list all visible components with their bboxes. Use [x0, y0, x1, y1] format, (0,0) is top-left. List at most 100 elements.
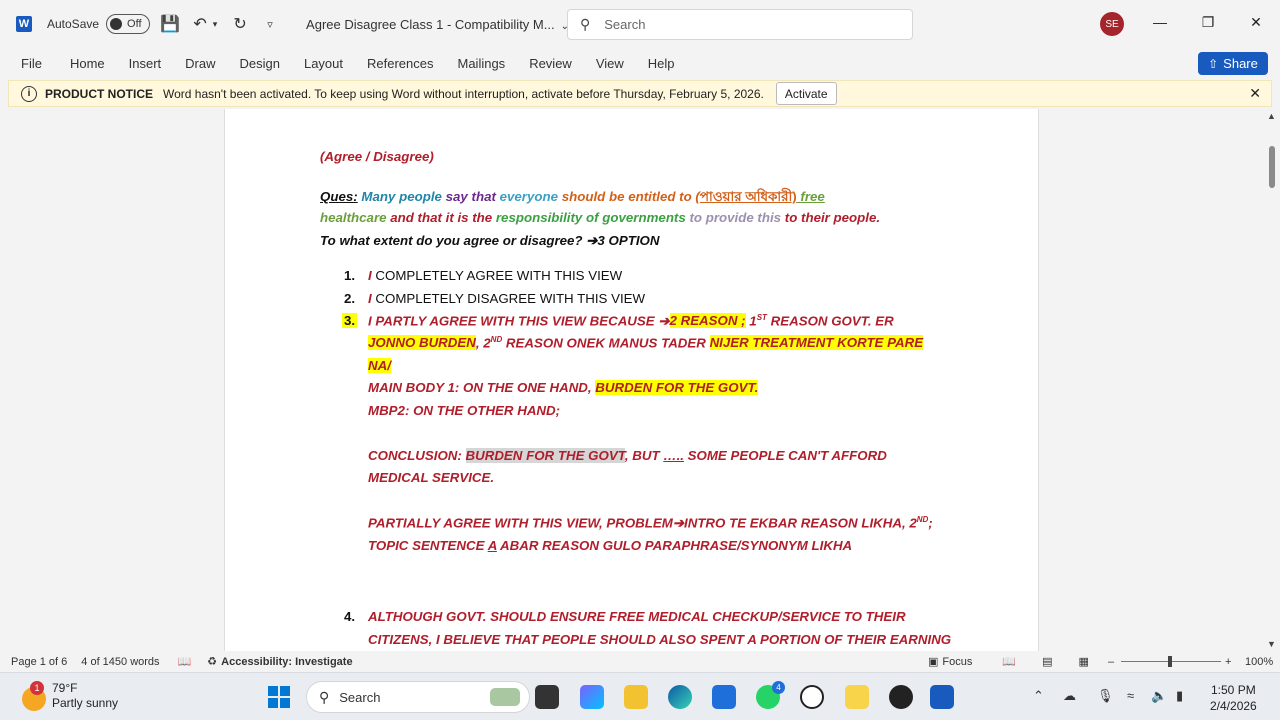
clock[interactable]: 1:50 PM 2/4/2026 — [1210, 682, 1257, 714]
zoom-in-icon[interactable]: + — [1225, 656, 1231, 668]
volume-icon[interactable]: 🔈 — [1151, 688, 1167, 704]
restore-icon[interactable]: ❐ — [1198, 14, 1218, 31]
weather-temp: 79°F — [52, 681, 78, 695]
opt2-i: I — [368, 291, 372, 306]
redo-icon[interactable]: ↻ — [230, 14, 250, 34]
tab-layout[interactable]: Layout — [304, 56, 343, 71]
focus-button[interactable]: Focus — [942, 656, 972, 668]
option-3-line-3: NA/ — [368, 358, 391, 373]
arrow-right-icon: ➔ — [586, 233, 598, 248]
topic-line: TOPIC SENTENCE A ABAR REASON GULO PARAPH… — [368, 538, 852, 553]
weather-desc: Partly sunny — [52, 696, 119, 710]
read-mode-icon[interactable]: 📖 — [1002, 655, 1016, 668]
sticky-notes-icon[interactable] — [845, 685, 869, 709]
microphone-icon[interactable]: 🎙 — [1097, 688, 1114, 704]
opt3-reason: 2 REASON ; — [669, 313, 746, 329]
opt3-text: REASON GOVT. ER — [766, 313, 894, 329]
scrollbar-thumb[interactable] — [1269, 146, 1275, 188]
taskbar: 1 79°F Partly sunny ⚲ Search 4 ⌃ ☁ 🎙 ≈ 🔈 ▮… — [0, 672, 1280, 720]
opt3-text: NIJER TREATMENT KORTE PARE — [709, 335, 924, 351]
tab-insert[interactable]: Insert — [129, 56, 162, 71]
autosave-state: Off — [127, 18, 142, 30]
toggle-knob-icon — [110, 18, 123, 30]
tab-references[interactable]: References — [367, 56, 433, 71]
web-layout-icon[interactable]: ▦ — [1078, 655, 1088, 668]
search-box[interactable]: ⚲ — [567, 9, 913, 40]
question-line-3: To what extent do you agree or disagree?… — [320, 233, 659, 249]
main-body-1: MAIN BODY 1: ON THE ONE HAND, BURDEN FOR… — [368, 380, 759, 395]
minimize-icon[interactable]: — — [1150, 14, 1170, 30]
m365-icon[interactable] — [580, 685, 604, 709]
accessibility-icon: ♻ — [207, 656, 218, 668]
zoom-level[interactable]: 100% — [1245, 656, 1273, 668]
undo-icon[interactable]: ↶ — [190, 14, 210, 34]
search-input[interactable] — [604, 17, 865, 32]
store-icon[interactable] — [712, 685, 736, 709]
scroll-down-icon[interactable]: ▼ — [1267, 639, 1276, 649]
save-icon[interactable]: 💾 — [160, 14, 180, 34]
tab-review[interactable]: Review — [529, 56, 572, 71]
topic-text: TOPIC SENTENCE — [368, 538, 488, 553]
document-page[interactable]: (Agree / Disagree) Ques: Many people say… — [224, 109, 1039, 651]
vertical-scrollbar[interactable]: ▲ ▼ — [1264, 109, 1280, 651]
chatgpt-icon[interactable] — [800, 685, 824, 709]
tab-mailings[interactable]: Mailings — [458, 56, 506, 71]
avatar[interactable]: SE — [1100, 12, 1124, 36]
share-button[interactable]: ⇧ Share — [1198, 52, 1268, 75]
autosave-toggle[interactable]: Off — [106, 14, 151, 34]
tab-file[interactable]: File — [21, 56, 42, 71]
partial-sup: ND — [916, 515, 929, 524]
focus-icon: ▣ — [928, 656, 939, 668]
topic-text: A — [487, 538, 497, 553]
share-icon: ⇧ — [1208, 56, 1219, 71]
taskbar-search-label: Search — [339, 689, 381, 705]
tab-help[interactable]: Help — [648, 56, 675, 71]
chevron-up-icon[interactable]: ⌃ — [1033, 688, 1044, 704]
item-4-line-1: ALTHOUGH GOVT. SHOULD ENSURE FREE MEDICA… — [368, 609, 906, 624]
activate-button[interactable]: Activate — [775, 82, 837, 105]
accessibility-status[interactable]: Accessibility: Investigate — [221, 656, 352, 668]
print-layout-icon[interactable]: ▤ — [1042, 655, 1052, 668]
tab-design[interactable]: Design — [240, 56, 280, 71]
concl-text: CONCLUSION: — [368, 448, 466, 463]
document-title[interactable]: Agree Disagree Class 1 - Compatibility M… — [306, 17, 569, 32]
customize-toolbar-icon[interactable]: ▿ — [260, 18, 280, 31]
proofing-icon[interactable]: 📖 — [178, 655, 192, 668]
sun-icon: 1 — [22, 681, 46, 711]
mbp2: MBP2: ON THE OTHER HAND; — [368, 403, 561, 418]
obs-icon[interactable] — [889, 685, 913, 709]
edge-icon[interactable] — [668, 685, 692, 709]
q-part: say that — [445, 189, 496, 204]
tab-home[interactable]: Home — [70, 56, 105, 71]
question-label: Ques: — [320, 189, 358, 204]
item-4-line-2: CITIZENS, I BELIEVE THAT PEOPLE SHOULD A… — [368, 632, 952, 647]
page-count[interactable]: Page 1 of 6 — [11, 656, 67, 668]
notice-message: Word hasn't been activated. To keep usin… — [163, 86, 764, 101]
battery-icon[interactable]: ▮ — [1176, 688, 1183, 704]
file-explorer-icon[interactable] — [624, 685, 648, 709]
task-view-icon[interactable] — [535, 685, 559, 709]
word-count[interactable]: 4 of 1450 words — [81, 656, 159, 668]
zoom-slider-thumb[interactable] — [1168, 656, 1172, 667]
close-notice-icon[interactable]: ✕ — [1249, 85, 1261, 102]
opt1-i: I — [368, 268, 372, 283]
start-button[interactable] — [268, 686, 290, 708]
word-taskbar-icon[interactable] — [930, 685, 954, 709]
tab-view[interactable]: View — [596, 56, 624, 71]
close-icon[interactable]: ✕ — [1246, 14, 1266, 31]
autosave-label: AutoSave — [47, 17, 100, 31]
zoom-out-icon[interactable]: – — [1108, 656, 1114, 668]
q-part: to their people. — [781, 210, 881, 225]
mb1-text: MAIN BODY 1: ON THE ONE HAND, — [368, 380, 596, 395]
wifi-icon[interactable]: ≈ — [1127, 688, 1134, 703]
word-logo-icon: W — [16, 16, 32, 32]
product-notice-bar: i PRODUCT NOTICE Word hasn't been activa… — [8, 80, 1272, 107]
onedrive-icon[interactable]: ☁ — [1063, 688, 1076, 704]
undo-dropdown-icon[interactable]: ▾ — [210, 19, 220, 30]
tab-draw[interactable]: Draw — [185, 56, 215, 71]
opt3-sup: ST — [756, 313, 767, 322]
scroll-up-icon[interactable]: ▲ — [1267, 111, 1276, 121]
partial-line-1: PARTIALLY AGREE WITH THIS VIEW, PROBLEM➔… — [368, 515, 933, 531]
opt3-sup: ND — [490, 335, 503, 344]
weather-widget[interactable]: 1 79°F Partly sunny — [22, 681, 118, 711]
